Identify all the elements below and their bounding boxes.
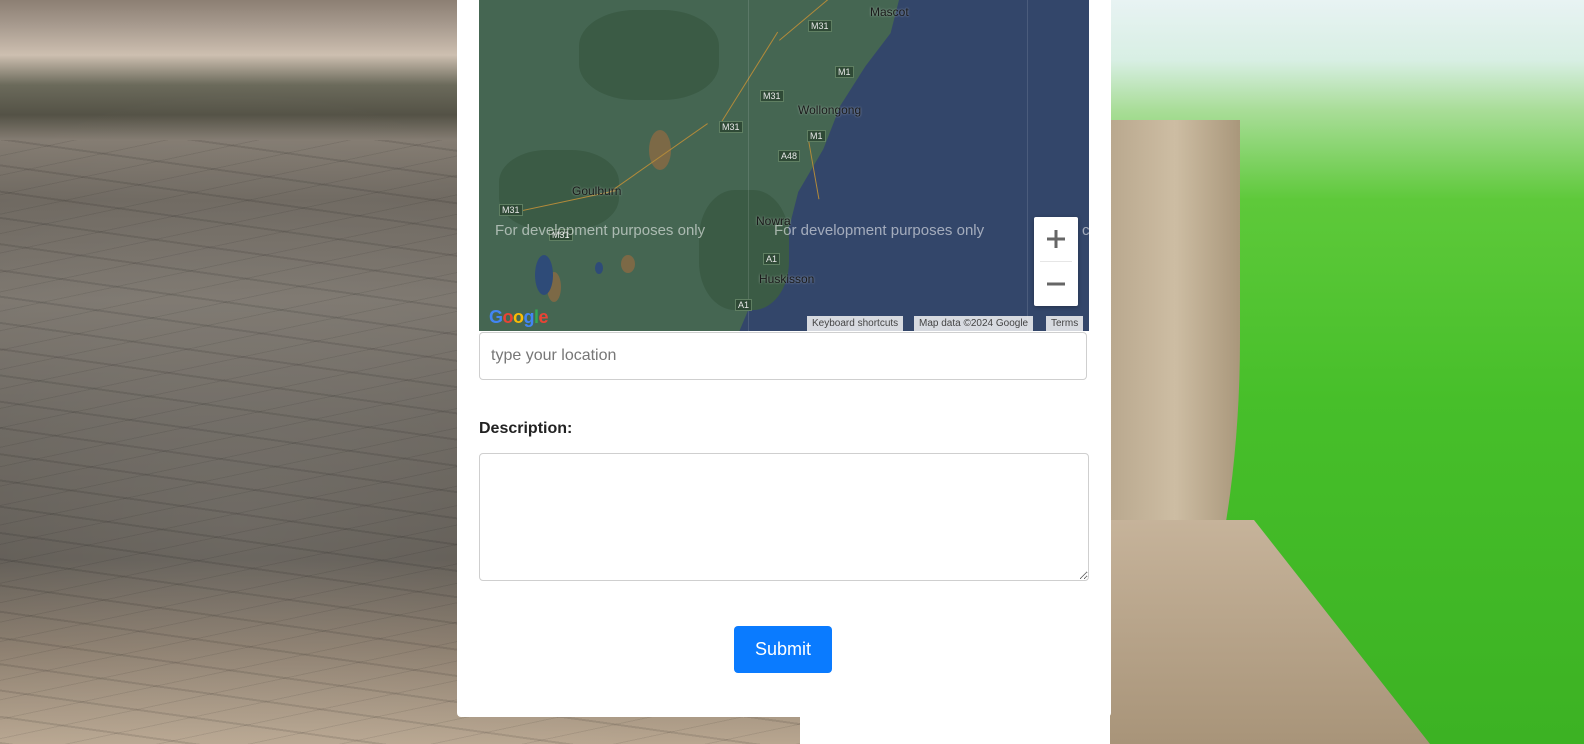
keyboard-shortcuts-link[interactable]: Keyboard shortcuts [807, 316, 904, 331]
terms-link[interactable]: Terms [1046, 316, 1084, 331]
plus-icon [1047, 230, 1065, 248]
map-watermark: For development purposes only [774, 222, 985, 239]
map-tile-seam [748, 0, 749, 331]
road-shield: A1 [763, 253, 781, 265]
map-watermark: c [1082, 222, 1089, 239]
road-shield: M31 [760, 90, 784, 102]
map-data-attribution: Map data ©2024 Google [914, 316, 1034, 331]
map-lake [535, 255, 553, 295]
google-logo[interactable]: Google [489, 307, 549, 328]
road-shield: M31 [719, 121, 743, 133]
description-label: Description: [479, 420, 573, 437]
map-zoom-control [1034, 217, 1078, 306]
map-feature [621, 255, 635, 273]
minus-icon [1047, 282, 1065, 286]
map-city-label: Goulburn [572, 184, 622, 198]
map-tile-seam [1027, 0, 1028, 331]
submit-button[interactable]: Submit [734, 626, 832, 673]
road-shield: M31 [499, 204, 523, 216]
description-textarea[interactable] [479, 453, 1089, 581]
map[interactable]: Mascot Wollongong Goulburn Nowra Huskiss… [479, 0, 1089, 331]
map-forest [579, 10, 719, 100]
road-shield: M31 [808, 20, 832, 32]
location-input[interactable] [479, 332, 1087, 380]
map-watermark: For development purposes only [495, 222, 706, 239]
road-shield: A48 [778, 150, 801, 162]
map-city-label: Mascot [870, 5, 909, 19]
zoom-out-button[interactable] [1034, 262, 1078, 306]
map-city-label: Wollongong [798, 103, 862, 117]
road-shield: M1 [807, 130, 826, 142]
zoom-in-button[interactable] [1034, 217, 1078, 261]
map-lake [595, 262, 603, 274]
map-city-label: Huskisson [759, 272, 815, 286]
map-forest [699, 190, 789, 310]
road-shield: A1 [735, 299, 753, 311]
road-shield: M1 [835, 66, 854, 78]
